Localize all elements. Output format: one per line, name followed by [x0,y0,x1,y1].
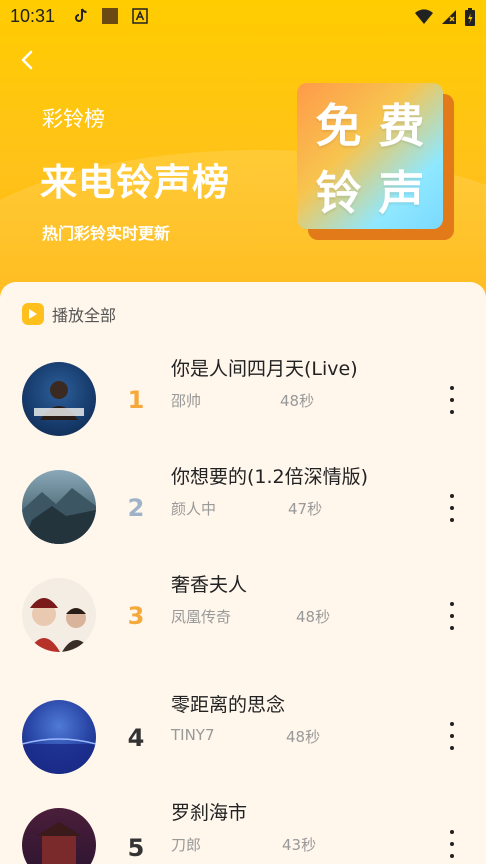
badge-char: 免 [315,98,362,153]
more-options-icon[interactable] [446,386,458,414]
rank-number: 4 [127,724,145,752]
status-bar: 10:31 [0,0,486,34]
rank-number: 3 [127,602,145,630]
badge-char: 铃 [315,165,362,220]
song-singer: 邵帅 [171,392,202,410]
song-list-card: 播放全部 1 你是人间四月天(Live) 邵帅 48秒 2 你想要的(1.2倍深… [0,282,486,864]
song-duration: 48秒 [286,728,321,746]
song-duration: 48秒 [280,392,315,410]
song-title: 零距离的思念 [171,694,286,716]
song-singer: 颜人中 [171,500,217,518]
tiktok-icon [75,8,87,22]
chart-category: 彩铃榜 [42,107,105,131]
song-duration: 43秒 [282,836,317,854]
header-banner: 10:31 彩铃榜 来电铃声榜 热门彩铃实时更新 免 费 铃 声 [0,0,486,310]
album-cover [22,700,96,774]
song-title: 罗刹海市 [171,802,248,824]
song-row[interactable]: 3 奢香夫人 凤凰传奇 48秒 [0,562,486,662]
song-row[interactable]: 2 你想要的(1.2倍深情版) 颜人中 47秒 [0,454,486,554]
back-arrow-icon[interactable] [14,46,42,74]
status-time: 10:31 [10,6,56,26]
song-title: 奢香夫人 [171,574,248,596]
rank-number: 1 [127,386,145,414]
rank-number: 5 [127,834,145,862]
album-cover [22,578,96,652]
more-options-icon[interactable] [446,830,458,858]
play-all-label: 播放全部 [52,306,117,325]
album-cover [22,808,96,864]
page-title: 来电铃声榜 [40,161,230,204]
rank-number: 2 [127,494,145,522]
song-row[interactable]: 5 罗刹海市 刀郎 43秒 [0,790,486,864]
song-singer: 刀郎 [171,836,202,854]
more-options-icon[interactable] [446,494,458,522]
song-singer: 凤凰传奇 [171,608,232,626]
song-duration: 48秒 [296,608,331,626]
play-all-button[interactable]: 播放全部 [22,302,116,326]
song-duration: 47秒 [288,500,323,518]
album-cover [22,362,96,436]
square-icon [102,8,118,24]
song-row[interactable]: 4 零距离的思念 TINY7 48秒 [0,682,486,782]
badge-char: 费 [378,98,425,153]
play-icon [22,303,44,325]
wifi-icon [415,9,433,24]
song-row[interactable]: 1 你是人间四月天(Live) 邵帅 48秒 [0,346,486,446]
album-cover [22,470,96,544]
a-icon [132,8,148,24]
signal-icon [442,10,456,24]
free-ringtone-badge: 免 费 铃 声 [297,83,443,229]
song-title: 你想要的(1.2倍深情版) [171,466,369,488]
more-options-icon[interactable] [446,722,458,750]
song-title: 你是人间四月天(Live) [171,358,358,380]
song-singer: TINY7 [171,726,215,744]
page-tagline: 热门彩铃实时更新 [42,224,171,243]
battery-icon [465,8,475,26]
badge-char: 声 [378,165,425,220]
more-options-icon[interactable] [446,602,458,630]
